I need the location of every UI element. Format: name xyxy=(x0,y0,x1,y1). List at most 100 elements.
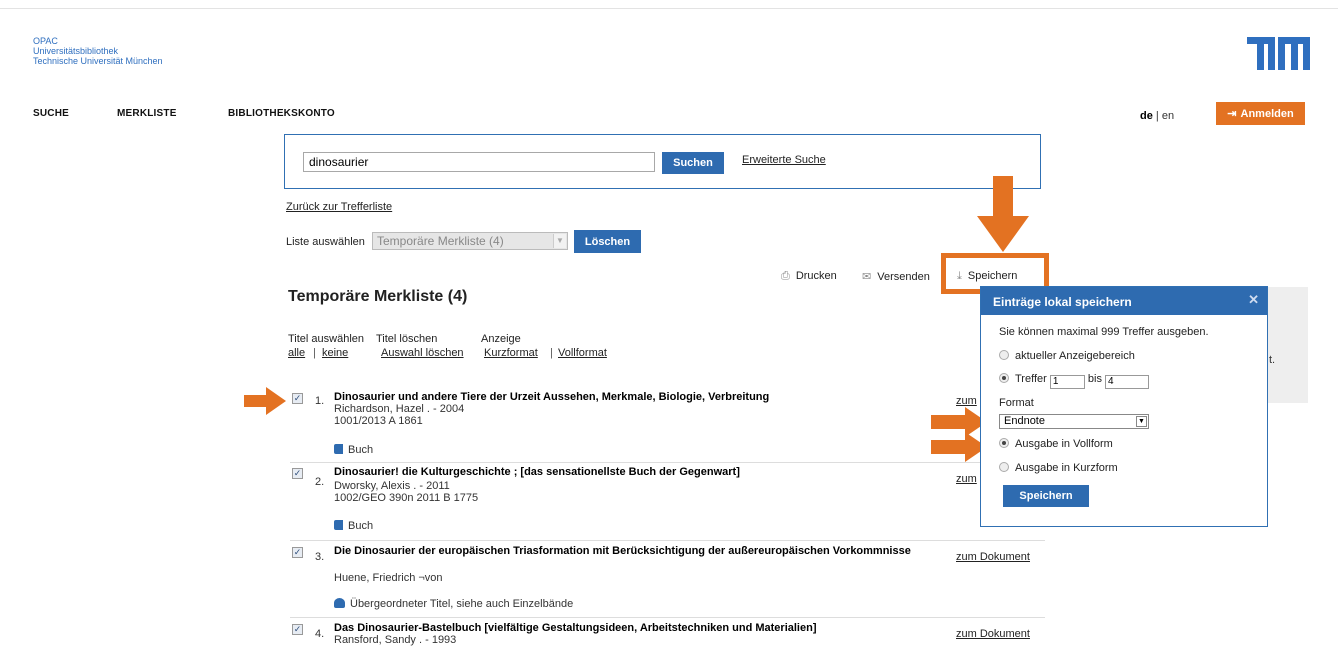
result-number: 2. xyxy=(315,476,325,488)
format-select-value: Endnote xyxy=(1004,415,1045,427)
hits-to-input[interactable]: 4 xyxy=(1105,375,1150,389)
tum-logo xyxy=(1247,37,1310,70)
nav-bibliothekskonto[interactable]: BIBLIOTHEKSKONTO xyxy=(228,108,335,119)
result-checkbox[interactable]: ✓ xyxy=(292,547,303,558)
to-document-link[interactable]: zum xyxy=(956,473,977,485)
result-type-label: Buch xyxy=(348,444,374,456)
close-icon[interactable]: ✕ xyxy=(1248,292,1259,308)
result-number: 4. xyxy=(315,628,325,640)
arrow-down-icon xyxy=(977,176,1029,252)
format-label: Format xyxy=(999,397,1034,409)
language-switch: de | en xyxy=(1140,110,1174,122)
result-row: ✓ 1. Dinosaurier und andere Tiere der Ur… xyxy=(290,391,1045,461)
page-title: Temporäre Merkliste (4) xyxy=(288,288,468,305)
result-type: Buch xyxy=(334,520,373,532)
radio-short-form[interactable] xyxy=(999,462,1009,472)
option-hits[interactable]: Treffer 1 bis 4 xyxy=(999,373,1150,389)
radio-hits[interactable] xyxy=(999,373,1009,383)
option-full-form[interactable]: Ausgabe in Vollform xyxy=(999,438,1113,450)
lang-en[interactable]: en xyxy=(1162,110,1174,122)
brand-text: OPAC Universitätsbibliothek Technische U… xyxy=(33,36,163,66)
lang-separator: | xyxy=(1155,110,1159,122)
brand-line-library: Universitätsbibliothek xyxy=(33,46,119,56)
option-short-form[interactable]: Ausgabe in Kurzform xyxy=(999,462,1118,474)
popup-header: Einträge lokal speichern ✕ xyxy=(981,287,1267,315)
hits-to-label: bis xyxy=(1087,373,1102,385)
arrow-right-icon xyxy=(244,387,286,415)
list-select[interactable]: Temporäre Merkliste (4) ▼ xyxy=(372,232,568,250)
login-label: Anmelden xyxy=(1240,107,1294,120)
to-document-link[interactable]: zum Dokument xyxy=(956,551,1030,563)
right-panel-text: t. xyxy=(1269,354,1276,366)
lang-de[interactable]: de xyxy=(1140,110,1153,122)
popup-max-text: Sie können maximal 999 Treffer ausgeben. xyxy=(999,326,1209,338)
result-author: Richardson, Hazel . - 2004 xyxy=(334,403,465,415)
popup-title: Einträge lokal speichern xyxy=(993,295,1132,309)
option-full-label: Ausgabe in Vollform xyxy=(1015,438,1113,450)
option-current-label: aktueller Anzeigebereich xyxy=(1015,350,1135,362)
select-none-link[interactable]: keine xyxy=(322,347,348,359)
list-select-label: Liste auswählen xyxy=(286,236,365,248)
row-divider xyxy=(290,617,1045,618)
select-title-label: Titel auswählen xyxy=(288,333,365,345)
print-label: Drucken xyxy=(795,270,837,282)
result-author: Huene, Friedrich ¬von xyxy=(334,572,443,584)
format-select[interactable]: Endnote ▼ xyxy=(999,414,1149,429)
search-button[interactable]: Suchen xyxy=(662,152,724,174)
envelope-icon: ✉ xyxy=(862,271,872,283)
result-title[interactable]: Die Dinosaurier der europäischen Triasfo… xyxy=(334,545,934,558)
login-button[interactable]: ⇥ Anmelden xyxy=(1216,102,1305,125)
result-row: ✓ 3. Die Dinosaurier der europäischen Tr… xyxy=(290,545,1045,615)
result-number: 3. xyxy=(315,551,325,563)
print-tool[interactable]: ⎙ Drucken xyxy=(781,270,837,283)
full-format-link[interactable]: Vollformat xyxy=(558,347,607,359)
separator: | xyxy=(313,347,316,359)
option-current-range[interactable]: aktueller Anzeigebereich xyxy=(999,350,1135,362)
advanced-search-link[interactable]: Erweiterte Suche xyxy=(742,154,826,166)
nav-suche[interactable]: SUCHE xyxy=(33,108,69,119)
delete-selection-link[interactable]: Auswahl löschen xyxy=(381,347,464,359)
delete-title-label: Titel löschen xyxy=(376,333,438,345)
option-hits-label: Treffer xyxy=(1015,373,1047,385)
printer-icon: ⎙ xyxy=(781,270,790,282)
short-format-link[interactable]: Kurzformat xyxy=(484,347,538,359)
list-select-value: Temporäre Merkliste (4) xyxy=(377,234,504,248)
send-label: Versenden xyxy=(877,271,930,283)
nav-merkliste[interactable]: MERKLISTE xyxy=(117,108,177,119)
result-checkbox[interactable]: ✓ xyxy=(292,468,303,479)
result-checkbox[interactable]: ✓ xyxy=(292,624,303,635)
delete-list-button[interactable]: Löschen xyxy=(574,230,641,253)
hits-from-input[interactable]: 1 xyxy=(1049,375,1085,389)
result-type-label: Buch xyxy=(348,520,374,532)
result-author: Ransford, Sandy . - 1993 xyxy=(334,634,457,646)
result-row: ✓ 4. Das Dinosaurier-Bastelbuch [vielfäl… xyxy=(290,622,1045,646)
to-document-link[interactable]: zum xyxy=(956,395,977,407)
save-popup: Einträge lokal speichern ✕ Sie können ma… xyxy=(980,286,1268,527)
row-divider xyxy=(290,462,1045,463)
result-signature: 1001/2013 A 1861 xyxy=(334,415,423,427)
stack-icon xyxy=(334,598,345,608)
brand-line-university: Technische Universität München xyxy=(33,56,163,66)
result-checkbox[interactable]: ✓ xyxy=(292,393,303,404)
to-document-link[interactable]: zum Dokument xyxy=(956,628,1030,640)
login-icon: ⇥ xyxy=(1227,108,1237,120)
result-type-label: Übergeordneter Titel, siehe auch Einzelb… xyxy=(350,598,574,610)
result-number: 1. xyxy=(315,395,325,407)
chevron-down-icon: ▼ xyxy=(553,234,566,248)
result-author: Dworsky, Alexis . - 2011 xyxy=(334,480,450,492)
send-tool[interactable]: ✉ Versenden xyxy=(862,270,930,283)
search-input[interactable] xyxy=(303,152,655,172)
option-short-label: Ausgabe in Kurzform xyxy=(1015,462,1118,474)
save-button[interactable]: Speichern xyxy=(1003,485,1089,507)
radio-current-range[interactable] xyxy=(999,350,1009,360)
chevron-down-icon: ▼ xyxy=(1136,416,1147,427)
select-all-link[interactable]: alle xyxy=(288,347,305,359)
brand-line-opac: OPAC xyxy=(33,36,58,46)
result-title[interactable]: Dinosaurier! die Kulturgeschichte ; [das… xyxy=(334,466,934,479)
radio-full-form[interactable] xyxy=(999,438,1009,448)
top-border xyxy=(0,8,1338,9)
separator: | xyxy=(550,347,553,359)
row-divider xyxy=(290,540,1045,541)
back-to-results-link[interactable]: Zurück zur Trefferliste xyxy=(286,201,392,213)
result-signature: 1002/GEO 390n 2011 B 1775 xyxy=(334,492,479,504)
